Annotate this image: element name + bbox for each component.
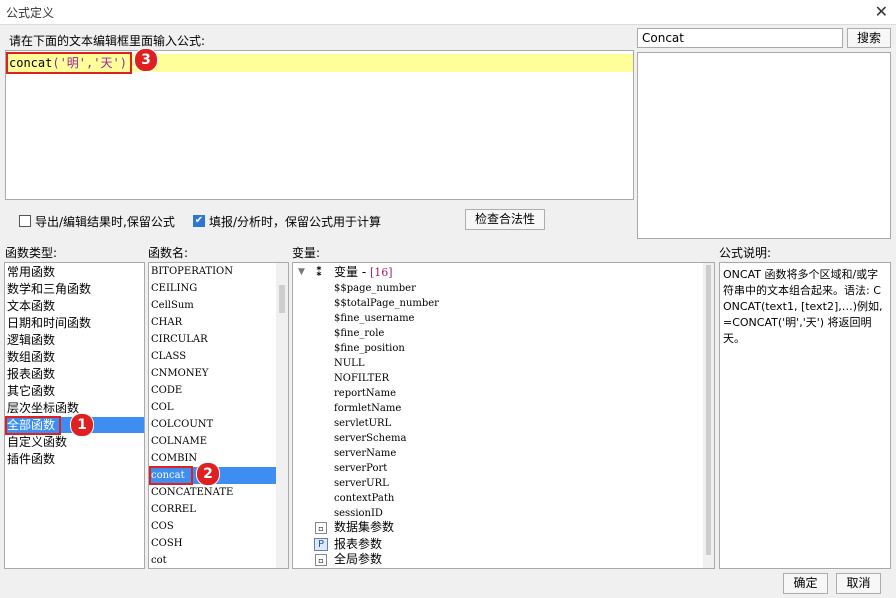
- category-item[interactable]: 报表函数: [5, 366, 55, 382]
- variable-item[interactable]: NULL: [334, 356, 364, 371]
- function-item[interactable]: CONCATENATE: [149, 484, 233, 501]
- variable-item[interactable]: serverSchema: [334, 431, 406, 446]
- global-params-icon: ▫: [315, 554, 327, 566]
- annotation-box-3: [6, 52, 132, 74]
- function-item[interactable]: COL: [149, 399, 174, 416]
- window-title: 公式定义: [6, 6, 55, 20]
- annotation-badge-2: 2: [196, 462, 220, 486]
- cancel-button[interactable]: 取消: [836, 573, 881, 594]
- function-list[interactable]: BITOPERATION CEILING CellSum CHAR CIRCUL…: [148, 262, 289, 569]
- function-item[interactable]: CHAR: [149, 314, 182, 331]
- function-scrollbar[interactable]: [276, 263, 288, 568]
- category-header: 函数类型:: [5, 246, 58, 260]
- variable-group-report[interactable]: 报表参数: [334, 537, 382, 552]
- collapse-icon[interactable]: ▼: [298, 267, 305, 277]
- function-item[interactable]: CLASS: [149, 348, 186, 365]
- variable-root-label: 变量 -: [334, 265, 370, 279]
- variable-item[interactable]: serverName: [334, 446, 396, 461]
- keep-formula-label: 导出/编辑结果时,保留公式: [35, 215, 175, 229]
- report-params-icon: P: [314, 538, 328, 551]
- function-scrollbar-thumb[interactable]: [279, 285, 285, 313]
- category-item[interactable]: 自定义函数: [5, 434, 67, 450]
- function-item[interactable]: CNMONEY: [149, 365, 209, 382]
- function-item[interactable]: COLNAME: [149, 433, 207, 450]
- variable-item[interactable]: $$page_number: [334, 281, 416, 296]
- variable-item[interactable]: servletURL: [334, 416, 391, 431]
- category-item[interactable]: 数学和三角函数: [5, 281, 91, 297]
- title-bar: 公式定义 ✕: [0, 0, 896, 25]
- variable-group-global[interactable]: 全局参数: [334, 552, 382, 567]
- variable-header: 变量:: [292, 246, 321, 260]
- function-item[interactable]: CORREL: [149, 501, 196, 518]
- variable-root[interactable]: 变量 - [16]: [334, 265, 393, 280]
- variable-item[interactable]: sessionID: [334, 506, 383, 521]
- description-header: 公式说明:: [719, 246, 772, 260]
- function-item[interactable]: cot: [149, 552, 167, 569]
- dataset-params-icon: ▫: [315, 522, 327, 534]
- function-item[interactable]: COMBIN: [149, 450, 197, 467]
- variable-item[interactable]: $fine_role: [334, 326, 384, 341]
- check-validity-button[interactable]: 检查合法性: [465, 209, 545, 230]
- category-item[interactable]: 数组函数: [5, 349, 55, 365]
- variable-scrollbar-thumb[interactable]: [706, 265, 711, 555]
- function-item[interactable]: COSH: [149, 535, 182, 552]
- category-item[interactable]: 层次坐标函数: [5, 400, 79, 416]
- description-panel: ONCAT 函数将多个区域和/或字符串中的文本组合起来。语法: CONCAT(t…: [719, 262, 891, 569]
- search-input[interactable]: Concat: [637, 28, 843, 48]
- editor-prompt: 请在下面的文本编辑框里面输入公式:: [9, 34, 206, 48]
- category-item[interactable]: 逻辑函数: [5, 332, 55, 348]
- variable-item[interactable]: reportName: [334, 386, 396, 401]
- variable-item[interactable]: $fine_username: [334, 311, 414, 326]
- function-item[interactable]: COS: [149, 518, 174, 535]
- fill-keep-checkbox[interactable]: ✔: [193, 215, 205, 227]
- variable-item[interactable]: NOFILTER: [334, 371, 389, 386]
- fill-keep-label: 填报/分析时，保留公式用于计算: [209, 215, 382, 229]
- annotation-box-2: [149, 466, 193, 485]
- keep-formula-checkbox[interactable]: [19, 215, 31, 227]
- function-item[interactable]: CODE: [149, 382, 182, 399]
- variable-item[interactable]: serverPort: [334, 461, 387, 476]
- ok-button[interactable]: 确定: [783, 573, 828, 594]
- function-item[interactable]: CIRCULAR: [149, 331, 208, 348]
- category-item[interactable]: 文本函数: [5, 298, 55, 314]
- function-item[interactable]: CellSum: [149, 297, 194, 314]
- variable-root-count: [16]: [369, 266, 393, 279]
- variable-item[interactable]: $$totalPage_number: [334, 296, 439, 311]
- search-results: [637, 52, 891, 239]
- variable-scrollbar[interactable]: [703, 263, 714, 568]
- variable-item[interactable]: $fine_position: [334, 341, 405, 356]
- search-button[interactable]: 搜索: [847, 28, 891, 48]
- category-item[interactable]: 常用函数: [5, 264, 55, 280]
- variable-item[interactable]: formletName: [334, 401, 401, 416]
- function-item[interactable]: BITOPERATION: [149, 263, 233, 280]
- variable-item[interactable]: contextPath: [334, 491, 394, 506]
- annotation-badge-3: 3: [134, 48, 158, 72]
- annotation-box-1: [5, 416, 61, 435]
- category-item[interactable]: 插件函数: [5, 451, 55, 467]
- function-header: 函数名:: [148, 246, 189, 260]
- function-item[interactable]: CEILING: [149, 280, 197, 297]
- function-item[interactable]: COLCOUNT: [149, 416, 213, 433]
- variable-tree[interactable]: ▼ ⁑ 变量 - [16] $$page_number $$totalPage_…: [292, 262, 715, 569]
- annotation-badge-1: 1: [70, 413, 94, 437]
- category-item[interactable]: 其它函数: [5, 383, 55, 399]
- variable-root-icon: ⁑: [316, 265, 323, 279]
- variable-item[interactable]: serverURL: [334, 476, 389, 491]
- close-icon[interactable]: ✕: [875, 2, 888, 21]
- category-item[interactable]: 日期和时间函数: [5, 315, 91, 331]
- variable-group-dataset[interactable]: 数据集参数: [334, 520, 394, 535]
- formula-editor[interactable]: concat('明','天'): [5, 50, 634, 200]
